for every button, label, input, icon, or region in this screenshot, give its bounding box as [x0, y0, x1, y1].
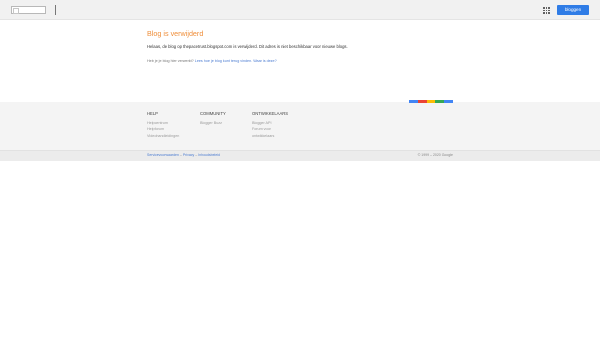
- color-bar-segment: [444, 100, 453, 103]
- footer-column-community: COMMUNITY Blogger Buzz: [200, 111, 226, 126]
- blogger-logo[interactable]: [11, 6, 46, 14]
- page-title: Blog is verwijderd: [147, 29, 204, 38]
- color-bar-segment: [409, 100, 418, 103]
- header-divider: [55, 5, 56, 15]
- copyright: © 1999 – 2020 Google: [417, 153, 453, 157]
- legal-links: Servicevoorwaarden – Privacy – Inhoudsbe…: [147, 153, 220, 157]
- privacy-link[interactable]: Privacy: [183, 153, 194, 157]
- recovery-question: Heb je je blog hier verwerkt? Lees hoe j…: [147, 59, 277, 63]
- terms-link[interactable]: Servicevoorwaarden: [147, 153, 179, 157]
- blog-url: thepacetrust.blogspot.com: [183, 44, 233, 49]
- recover-help-link[interactable]: Lees hoe je blog kunt terug vinden. Waar…: [195, 59, 277, 63]
- footer-heading: HELP: [147, 111, 158, 116]
- google-color-bar: [409, 100, 453, 103]
- footer-link[interactable]: Blogger Buzz: [200, 120, 226, 126]
- footer-link[interactable]: Videohandleidingen: [147, 133, 179, 139]
- message-prefix: Helaas, de blog op: [147, 44, 182, 49]
- footer-link[interactable]: ontwikkelaars: [252, 133, 288, 139]
- color-bar-segment: [417, 100, 427, 103]
- apps-grid-icon[interactable]: [543, 7, 550, 14]
- message-suffix: is verwijderd. Dit adres is niet beschik…: [233, 44, 348, 49]
- footer-heading: ONTWIKKELAARS: [252, 111, 289, 116]
- content-policy-link[interactable]: Inhoudsbeleid: [198, 153, 220, 157]
- footer: [0, 102, 600, 150]
- removed-message: Helaas, de blog op thepacetrust.blogspot…: [147, 44, 348, 49]
- legal-bar: [0, 150, 600, 161]
- footer-column-developers: ONTWIKKELAARS Blogger API Forum voor ont…: [252, 111, 288, 139]
- question-text: Heb je je blog hier verwerkt?: [147, 59, 194, 63]
- signin-button[interactable]: bloggen: [557, 5, 589, 15]
- footer-heading: COMMUNITY: [200, 111, 226, 116]
- top-bar: bloggen: [0, 0, 600, 20]
- color-bar-segment: [435, 100, 445, 103]
- color-bar-segment: [426, 100, 436, 103]
- footer-column-help: HELP Helpcentrum Helpforum Videohandleid…: [147, 111, 179, 139]
